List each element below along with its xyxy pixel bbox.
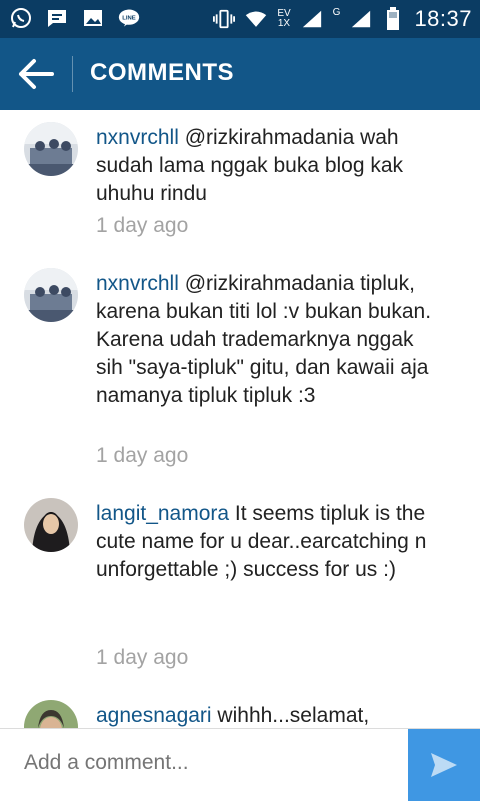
message-icon <box>46 7 68 29</box>
username-link[interactable]: langit_namora <box>96 502 229 525</box>
wifi-icon <box>245 8 267 30</box>
comment-composer <box>0 728 480 801</box>
comment-text: nxnvrchll @rizkirahmadania wah sudah lam… <box>96 126 404 205</box>
line-icon: LINE <box>118 7 140 29</box>
whatsapp-icon <box>10 7 32 29</box>
avatar[interactable] <box>24 498 78 552</box>
avatar[interactable] <box>24 268 78 322</box>
clock: 18:37 <box>414 6 472 31</box>
divider <box>72 56 73 92</box>
back-button[interactable] <box>18 58 54 90</box>
comment-timestamp: 1 day ago <box>96 444 189 467</box>
gallery-icon <box>82 7 104 29</box>
comment-timestamp: 1 day ago <box>96 214 189 237</box>
network-g: G <box>332 7 341 18</box>
svg-text:LINE: LINE <box>122 16 136 22</box>
comment-timestamp: 1 day ago <box>96 646 189 669</box>
signal-icon <box>350 8 372 30</box>
network-type: EV 1X <box>277 8 291 29</box>
username-link[interactable]: nxnvrchll <box>96 126 179 149</box>
signal-icon <box>301 8 323 30</box>
app-bar: COMMENTS <box>0 38 480 110</box>
avatar[interactable] <box>24 122 78 176</box>
send-button[interactable] <box>408 729 480 801</box>
send-icon <box>431 753 457 777</box>
comment-input[interactable] <box>24 751 394 775</box>
vibrate-icon <box>213 8 236 30</box>
comment-text: langit_namora It seems tipluk is the cut… <box>96 502 427 581</box>
comment-text: nxnvrchll @rizkirahmadania tipluk, karen… <box>96 272 432 407</box>
comment-text: agnesnagari wihhh...selamat, <box>96 704 370 727</box>
username-link[interactable]: agnesnagari <box>96 704 212 727</box>
battery-icon <box>382 7 404 30</box>
page-title: COMMENTS <box>90 59 234 86</box>
avatar[interactable] <box>24 700 78 728</box>
status-bar: LINE EV 1X G 18:37 <box>0 0 480 38</box>
comments-list[interactable]: nxnvrchll @rizkirahmadania wah sudah lam… <box>0 110 480 728</box>
arrow-left-icon <box>19 59 54 89</box>
username-link[interactable]: nxnvrchll <box>96 272 179 295</box>
